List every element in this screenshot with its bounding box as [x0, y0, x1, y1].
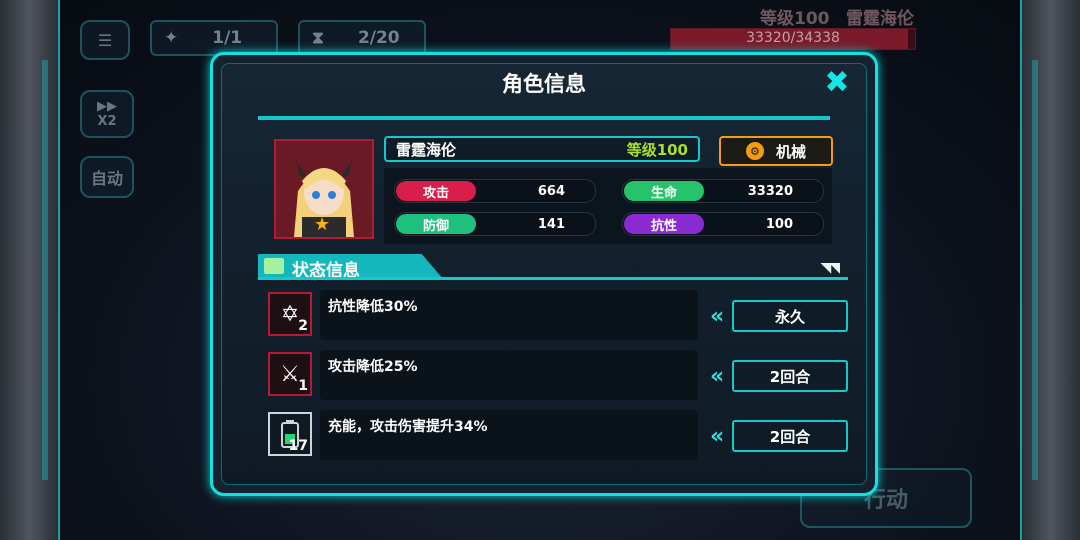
panel-title: 角色信息 — [502, 72, 586, 96]
enemy-name: 雷霆海伦 — [846, 9, 914, 29]
battery-charge-icon: 17 — [268, 412, 312, 456]
enemy-level: 等级100 — [760, 9, 830, 29]
stat-resist-value: 100 — [765, 216, 793, 232]
right-frame — [1020, 0, 1080, 540]
stat-hp-label: 生命 — [624, 181, 704, 201]
stat-resist-label: 抗性 — [624, 214, 704, 234]
double-chevron-icon: ◥◥ — [820, 260, 839, 276]
gear-icon: ⚙ — [745, 142, 764, 160]
menu-button[interactable]: ☰ — [80, 20, 130, 60]
status-effect-row: ✡ 2 抗性降低30% « 永久 — [268, 290, 848, 340]
enemy-hp-bar: 33320/34338 — [670, 28, 916, 50]
character-type-box: ⚙ 机械 — [719, 136, 833, 166]
status-effect-row: 17 充能，攻击伤害提升34% « 2回合 — [268, 410, 848, 460]
status-divider — [258, 277, 848, 280]
unit-icon: ✦ — [164, 28, 179, 48]
turn-counter: ⧗ 2/20 — [298, 20, 426, 56]
title-divider — [258, 116, 830, 120]
status-effect-desc: 攻击降低25% — [320, 350, 698, 400]
resist-down-icon: ✡ 2 — [268, 292, 312, 336]
character-level: 等级100 — [626, 140, 688, 159]
status-effect-duration: 永久 — [732, 300, 848, 332]
stat-attack-label: 攻击 — [396, 181, 476, 201]
stat-attack: 攻击 664 — [394, 179, 596, 203]
character-name-box: 雷霆海伦 等级100 — [384, 136, 700, 162]
enemy-hp-text: 33320/34338 — [746, 30, 840, 46]
stat-defense-value: 141 — [537, 216, 565, 232]
status-effect-row: ⚔ 1 攻击降低25% « 2回合 — [268, 350, 848, 400]
status-cubes-icon — [264, 258, 284, 274]
left-frame — [0, 0, 60, 540]
rank-star-icon: ★ — [314, 214, 331, 235]
fast-forward-icon: ▶▶ — [97, 99, 117, 114]
double-left-arrow-icon: « — [710, 364, 724, 389]
unit-counter: ✦ 1/1 — [150, 20, 278, 56]
panel-inner: 角色信息 ✖ ★ 雷霆海伦 等级100 ⚙ 机械 攻击 664 生命 33320… — [221, 63, 867, 485]
stat-defense-label: 防御 — [396, 214, 476, 234]
attack-down-icon: ⚔ 1 — [268, 352, 312, 396]
double-left-arrow-icon: « — [710, 424, 724, 449]
stat-hp-value: 33320 — [747, 183, 793, 199]
status-effect-duration: 2回合 — [732, 360, 848, 392]
status-effect-desc: 抗性降低30% — [320, 290, 698, 340]
character-name: 雷霆海伦 — [396, 140, 457, 159]
stat-defense: 防御 141 — [394, 212, 596, 236]
auto-button[interactable]: 自动 — [80, 156, 134, 198]
hourglass-icon: ⧗ — [312, 28, 324, 48]
close-icon[interactable]: ✖ — [822, 68, 852, 98]
character-portrait: ★ — [274, 139, 374, 239]
character-type: 机械 — [775, 142, 806, 161]
status-effect-duration: 2回合 — [732, 420, 848, 452]
stat-attack-value: 664 — [537, 183, 565, 199]
character-info-panel: 角色信息 ✖ ★ 雷霆海伦 等级100 ⚙ 机械 攻击 664 生命 33320… — [210, 52, 878, 496]
menu-icon: ☰ — [97, 30, 113, 50]
status-effect-desc: 充能，攻击伤害提升34% — [320, 410, 698, 460]
double-left-arrow-icon: « — [710, 304, 724, 329]
stat-resist: 抗性 100 — [622, 212, 824, 236]
stat-hp: 生命 33320 — [622, 179, 824, 203]
speed-button[interactable]: ▶▶ X2 — [80, 90, 134, 138]
status-header: 状态信息 ◥◥ — [258, 254, 848, 281]
